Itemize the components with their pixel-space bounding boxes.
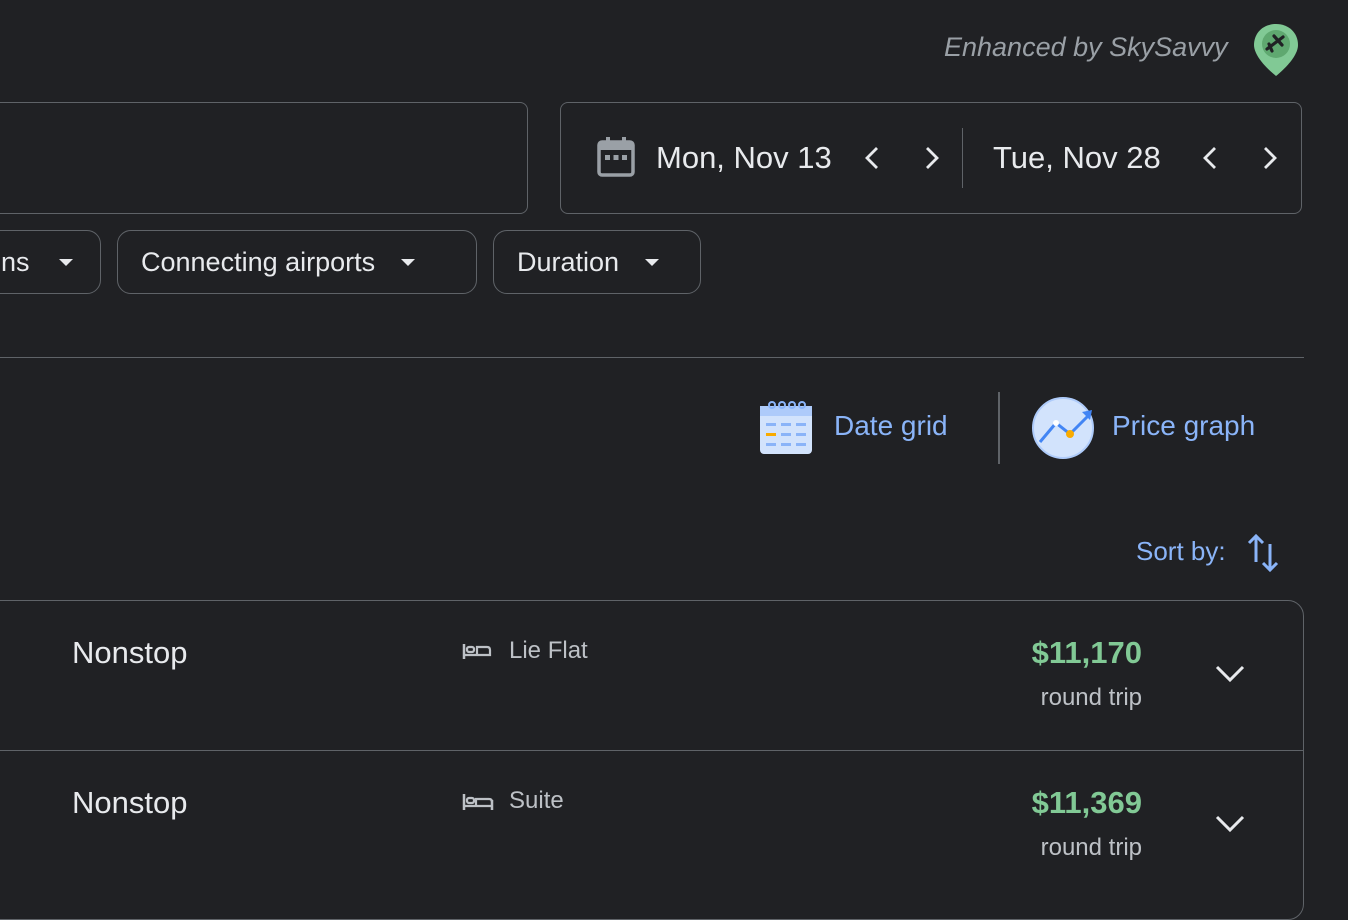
filter-chip-duration[interactable]: Duration xyxy=(493,230,701,294)
dropdown-caret-icon xyxy=(58,258,73,266)
return-prev-chevron-icon[interactable] xyxy=(1197,144,1225,172)
plane-pin-icon[interactable] xyxy=(1252,22,1300,78)
tools-divider xyxy=(998,392,1000,464)
return-next-chevron-icon[interactable] xyxy=(1255,144,1283,172)
filter-chip-label: Duration xyxy=(517,246,620,277)
sort-icon[interactable] xyxy=(1246,532,1282,574)
filter-chip-label: ons xyxy=(0,246,30,277)
price-graph-button[interactable]: Price graph xyxy=(1112,410,1255,442)
departure-next-chevron-icon[interactable] xyxy=(917,144,945,172)
result-stops: Nonstop xyxy=(72,635,188,670)
enhanced-by-label: Enhanced by SkySavvy xyxy=(944,32,1228,62)
filter-chip-label: Connecting airports xyxy=(141,246,376,277)
departure-prev-chevron-icon[interactable] xyxy=(859,144,887,172)
row-divider xyxy=(0,750,1303,751)
result-amenity: Lie Flat xyxy=(509,637,588,664)
calendar-icon[interactable] xyxy=(596,136,636,178)
date-grid-icon[interactable] xyxy=(758,400,814,456)
result-stops: Nonstop xyxy=(72,785,188,820)
expand-chevron-icon[interactable] xyxy=(1214,812,1246,836)
destination-input[interactable] xyxy=(0,102,528,214)
departure-date[interactable]: Mon, Nov 13 xyxy=(656,140,832,176)
price-graph-icon[interactable] xyxy=(1032,396,1096,460)
filter-chip-connecting-airports[interactable]: Connecting airports xyxy=(117,230,477,294)
dropdown-caret-icon xyxy=(645,258,660,266)
expand-chevron-icon[interactable] xyxy=(1214,662,1246,686)
date-grid-button[interactable]: Date grid xyxy=(834,410,948,442)
result-price: $11,369 xyxy=(1031,785,1142,820)
result-price-note: round trip xyxy=(1040,834,1142,861)
dropdown-caret-icon xyxy=(401,258,416,266)
lie-flat-seat-icon xyxy=(462,640,492,662)
filter-chip-options[interactable]: ons xyxy=(0,230,101,294)
date-divider xyxy=(962,128,963,188)
sort-by-label[interactable]: Sort by: xyxy=(1136,536,1226,567)
section-divider xyxy=(0,357,1304,358)
result-amenity: Suite xyxy=(509,787,564,814)
result-price: $11,170 xyxy=(1031,635,1142,670)
result-price-note: round trip xyxy=(1040,684,1142,711)
return-date[interactable]: Tue, Nov 28 xyxy=(993,140,1161,176)
suite-bed-icon xyxy=(462,791,494,813)
